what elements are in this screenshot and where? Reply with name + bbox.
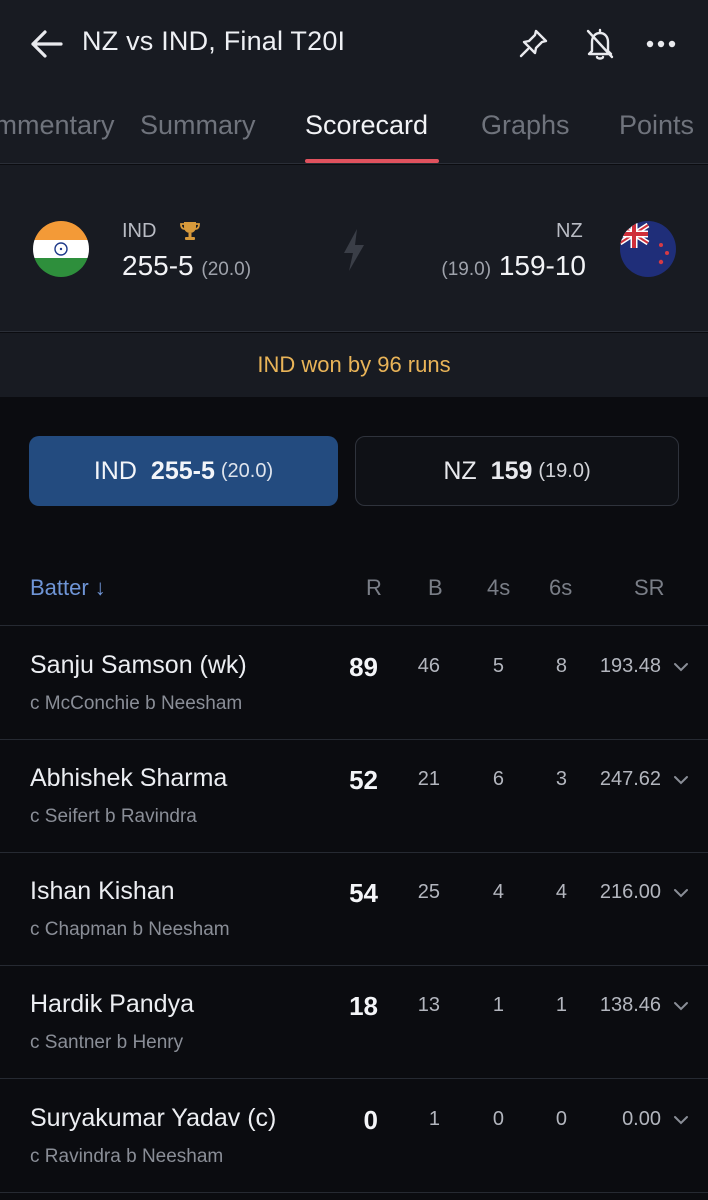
batter-name: Sanju Samson (wk) (30, 651, 247, 679)
team1-overs: (20.0) (201, 259, 252, 280)
batter-balls: 46 (417, 655, 440, 677)
batter-name: Suryakumar Yadav (c) (30, 1104, 277, 1132)
batter-balls: 1 (428, 1108, 440, 1130)
chevron-down-icon[interactable] (672, 887, 690, 899)
lightning-icon (338, 227, 370, 273)
innings-nz-button[interactable]: NZ 159 (19.0) (355, 436, 679, 506)
col-header-fours: 4s (487, 575, 511, 600)
chevron-down-icon[interactable] (672, 1114, 690, 1126)
batter-strike-rate: 216.00 (599, 881, 661, 903)
team1-runs: 255-5 (122, 250, 194, 281)
page-title: NZ vs IND, Final T20I (82, 26, 346, 56)
trophy-icon (178, 219, 202, 243)
batter-row[interactable]: Abhishek Sharma c Seifert b Ravindra 52 … (0, 740, 708, 853)
innings-nz-team: NZ (443, 456, 477, 485)
col-header-runs: R (366, 575, 382, 600)
batter-runs: 52 (349, 765, 378, 795)
batter-balls: 25 (417, 881, 440, 903)
batting-table-header: Batter ↓ R B 4s 6s SR (0, 560, 708, 626)
back-arrow-icon[interactable] (26, 24, 66, 64)
tab-commentary[interactable]: Commentary (0, 110, 115, 141)
match-result: IND won by 96 runs (0, 333, 708, 397)
col-header-strike-rate: SR (634, 575, 665, 600)
innings-ind-overs: (20.0) (220, 459, 274, 482)
chevron-down-icon[interactable] (672, 661, 690, 673)
tab-points[interactable]: Points (619, 110, 694, 141)
batter-sixes: 8 (555, 655, 567, 677)
more-options-icon[interactable] (641, 24, 681, 64)
batter-balls: 13 (417, 994, 440, 1016)
batter-strike-rate: 193.48 (599, 655, 661, 677)
batter-name: Abhishek Sharma (30, 764, 228, 792)
top-app-bar: NZ vs IND, Final T20I (0, 0, 708, 88)
team2-overs: (19.0) (441, 259, 492, 280)
new-zealand-flag-icon (620, 221, 676, 277)
batter-fours: 5 (492, 655, 504, 677)
batter-sixes: 4 (555, 881, 567, 903)
chevron-down-icon[interactable] (672, 1000, 690, 1012)
batter-name: Hardik Pandya (30, 990, 194, 1018)
team1-name: IND (122, 220, 157, 242)
batter-runs: 18 (349, 991, 378, 1021)
col-header-balls: B (428, 575, 443, 600)
match-score-header: IND 255-5 (20.0) NZ (19.0) 159-10 (0, 165, 708, 332)
innings-ind-team: IND (93, 456, 137, 485)
tab-graphs[interactable]: Graphs (481, 110, 570, 141)
batter-runs: 54 (349, 878, 378, 908)
innings-ind-score: 255-5 (150, 456, 215, 485)
innings-nz-overs: (19.0) (538, 459, 591, 482)
batter-strike-rate: 138.46 (599, 994, 661, 1016)
col-header-sixes: 6s (549, 575, 573, 600)
batter-row[interactable]: Sanju Samson (wk) c McConchie b Neesham … (0, 627, 708, 740)
batter-sixes: 1 (555, 994, 567, 1016)
tab-summary[interactable]: Summary (140, 110, 256, 141)
batter-runs: 0 (363, 1105, 378, 1135)
batter-row[interactable]: Ishan Kishan c Chapman b Neesham 54 25 4… (0, 853, 708, 966)
tab-bar: Commentary Summary Scorecard Graphs Poin… (0, 88, 708, 164)
batter-row[interactable]: Suryakumar Yadav (c) c Ravindra b Neesha… (0, 1080, 708, 1193)
batter-fours: 0 (492, 1108, 504, 1130)
dismissal-text: c McConchie b Neesham (30, 693, 243, 714)
india-flag-icon (33, 221, 89, 277)
tab-scorecard[interactable]: Scorecard (305, 110, 428, 141)
batter-runs: 89 (349, 652, 378, 682)
team1-score: 255-5 (20.0) (122, 250, 251, 282)
dismissal-text: c Ravindra b Neesham (30, 1146, 224, 1167)
team2-score: (19.0) 159-10 (441, 250, 586, 282)
batter-name: Ishan Kishan (30, 877, 175, 905)
batter-fours: 6 (492, 768, 504, 790)
bell-off-icon[interactable] (580, 24, 620, 64)
team2-runs: 159-10 (498, 250, 586, 281)
pin-icon[interactable] (513, 24, 553, 64)
batter-fours: 4 (492, 881, 504, 903)
batter-strike-rate: 0.00 (622, 1108, 661, 1130)
batter-sort-link[interactable]: Batter ↓ (30, 575, 106, 601)
dismissal-text: c Seifert b Ravindra (30, 806, 197, 827)
batter-row[interactable]: Hardik Pandya c Santner b Henry 18 13 1 … (0, 966, 708, 1079)
active-tab-indicator (305, 159, 439, 163)
batter-sixes: 0 (555, 1108, 567, 1130)
batter-strike-rate: 247.62 (599, 768, 661, 790)
innings-ind-button[interactable]: IND 255-5 (20.0) (29, 436, 338, 506)
dismissal-text: c Chapman b Neesham (30, 919, 230, 940)
chevron-down-icon[interactable] (672, 774, 690, 786)
team2-name: NZ (556, 220, 583, 242)
dismissal-text: c Santner b Henry (30, 1032, 184, 1053)
batter-fours: 1 (492, 994, 504, 1016)
batter-balls: 21 (417, 768, 440, 790)
batter-sixes: 3 (555, 768, 567, 790)
innings-nz-score: 159 (490, 456, 533, 485)
